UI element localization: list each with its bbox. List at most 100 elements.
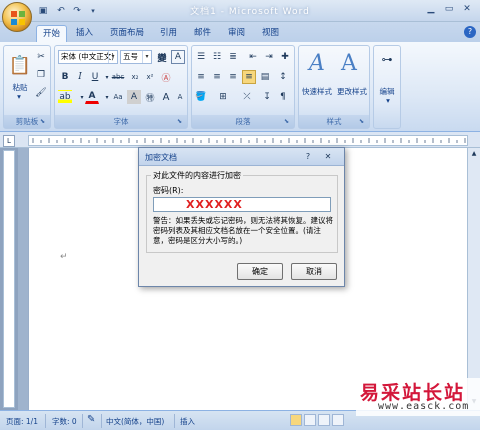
- maximize-button[interactable]: ▭: [442, 2, 456, 16]
- proofing-icon[interactable]: ✎: [87, 414, 95, 425]
- quick-styles-label[interactable]: 快速样式: [299, 86, 335, 97]
- dialog-help-button[interactable]: ?: [302, 151, 314, 163]
- change-case-icon[interactable]: Aa: [111, 90, 125, 104]
- tab-page-layout[interactable]: 页面布局: [104, 25, 150, 42]
- change-styles-label[interactable]: 更改样式: [334, 86, 370, 97]
- clear-formatting-icon[interactable]: Ⓐ: [159, 70, 173, 84]
- minimize-button[interactable]: ▁: [424, 2, 438, 16]
- enclose-characters-icon[interactable]: ㊕: [143, 90, 157, 104]
- show-marks-icon[interactable]: ¶: [276, 90, 290, 104]
- strikethrough-icon[interactable]: abc: [111, 70, 125, 84]
- font-color-icon[interactable]: A: [85, 90, 99, 104]
- full-screen-view-icon[interactable]: [304, 414, 316, 426]
- format-painter-icon[interactable]: 🖌: [34, 86, 48, 100]
- help-icon[interactable]: ?: [464, 26, 476, 38]
- insert-mode-status[interactable]: 插入: [180, 416, 195, 427]
- sort-ascending-icon[interactable]: ↧: [260, 90, 274, 104]
- redo-icon[interactable]: ↷: [70, 4, 84, 17]
- paragraph-mark: ↵: [60, 252, 68, 262]
- page-count[interactable]: 页面: 1/1: [6, 416, 38, 427]
- italic-icon[interactable]: I: [73, 70, 87, 84]
- cancel-button[interactable]: 取消: [291, 263, 337, 280]
- numbering-icon[interactable]: ☷: [210, 50, 224, 64]
- tab-selector-icon[interactable]: L: [3, 135, 15, 147]
- quick-styles-icon[interactable]: A: [305, 49, 329, 77]
- font-size-combo[interactable]: 五号 ▾: [120, 50, 152, 64]
- customize-quick-access-icon[interactable]: ▾: [86, 4, 100, 17]
- tab-mailings[interactable]: 邮件: [188, 25, 217, 42]
- chevron-down-icon[interactable]: ▾: [108, 51, 117, 63]
- character-border-icon[interactable]: A: [171, 50, 185, 64]
- chinese-layout-icon[interactable]: ✚: [278, 50, 292, 64]
- styles-launcher-icon[interactable]: ⬊: [359, 118, 367, 126]
- password-input[interactable]: XXXXXX: [153, 197, 331, 212]
- tab-references[interactable]: 引用: [154, 25, 183, 42]
- font-name-combo[interactable]: 宋体 (中文正文) ▾: [58, 50, 118, 64]
- subscript-icon[interactable]: x₂: [128, 70, 142, 84]
- font-group-label: 字体: [55, 115, 187, 128]
- shading-icon[interactable]: 🪣: [194, 90, 208, 104]
- bullets-icon[interactable]: ☰: [194, 50, 208, 64]
- web-layout-view-icon[interactable]: [318, 414, 330, 426]
- dialog-title-bar[interactable]: 加密文档 ? ✕: [139, 148, 344, 166]
- dialog-close-button[interactable]: ✕: [322, 151, 334, 163]
- language-status[interactable]: 中文(简体，中国): [106, 416, 164, 427]
- horizontal-ruler[interactable]: [28, 135, 468, 146]
- ruler-ticks-icon: [32, 138, 466, 143]
- clipboard-launcher-icon[interactable]: ⬊: [40, 118, 48, 126]
- close-window-button[interactable]: ✕: [460, 2, 474, 16]
- multilevel-list-icon[interactable]: ≣: [226, 50, 240, 64]
- office-button[interactable]: [2, 2, 32, 32]
- paragraph-group-label: 段落: [192, 115, 294, 128]
- outline-view-icon[interactable]: [332, 414, 344, 426]
- font-launcher-icon[interactable]: ⬊: [177, 118, 185, 126]
- chevron-down-icon[interactable]: ▾: [142, 51, 151, 63]
- save-icon[interactable]: ▣: [36, 4, 50, 17]
- sort-icon[interactable]: ⤫: [240, 90, 254, 104]
- ribbon: 📋 粘贴 ▾ ✂ ❐ 🖌 剪贴板 ⬊ 宋体 (中文正文) ▾ 五号 ▾ 變 A …: [0, 42, 480, 132]
- superscript-icon[interactable]: x²: [143, 70, 157, 84]
- password-warning: 警告：如果丢失或忘记密码，则无法将其恢复。建议将密码列表及其相应文档名放在一个安…: [153, 216, 333, 245]
- increase-indent-icon[interactable]: ⇥: [262, 50, 276, 64]
- distributed-icon[interactable]: ▤: [258, 70, 272, 84]
- word-count[interactable]: 字数: 0: [52, 416, 77, 427]
- cut-icon[interactable]: ✂: [34, 50, 48, 64]
- dialog-title: 加密文档: [145, 153, 177, 162]
- status-separator: [45, 414, 46, 428]
- change-styles-icon[interactable]: A: [337, 49, 361, 77]
- scroll-up-icon[interactable]: ▲: [469, 150, 479, 160]
- status-separator: [101, 414, 102, 428]
- shrink-font-icon[interactable]: A: [173, 90, 187, 104]
- encrypt-document-dialog: 加密文档 ? ✕ 对此文件的内容进行加密 密码(R): XXXXXX 警告：如果…: [138, 147, 345, 287]
- undo-icon[interactable]: ↶: [54, 4, 68, 17]
- character-shading-icon[interactable]: A: [127, 90, 141, 104]
- align-center-icon[interactable]: ≡: [210, 70, 224, 84]
- print-layout-view-icon[interactable]: [290, 414, 302, 426]
- align-right-icon[interactable]: ≡: [226, 70, 240, 84]
- ok-button[interactable]: 确定: [237, 263, 283, 280]
- phonetic-guide-icon[interactable]: 變: [155, 50, 169, 64]
- grow-font-icon[interactable]: A: [159, 90, 173, 104]
- borders-icon[interactable]: ⊞: [216, 90, 230, 104]
- tab-insert[interactable]: 插入: [70, 25, 99, 42]
- vertical-scrollbar[interactable]: ▲ ▼: [467, 148, 480, 410]
- tab-review[interactable]: 审阅: [222, 25, 251, 42]
- encrypt-fieldset: 对此文件的内容进行加密 密码(R): XXXXXX 警告：如果丢失或忘记密码，则…: [146, 170, 338, 253]
- vertical-ruler[interactable]: [3, 150, 15, 408]
- paragraph-launcher-icon[interactable]: ⬊: [284, 118, 292, 126]
- line-spacing-icon[interactable]: ↕: [276, 70, 290, 84]
- paste-icon[interactable]: 📋: [9, 52, 31, 78]
- find-binoculars-icon[interactable]: ⊶: [380, 52, 394, 66]
- watermark-url: www.easck.com: [378, 401, 470, 412]
- align-left-icon[interactable]: ≡: [194, 70, 208, 84]
- paste-dropdown-icon[interactable]: ▾: [14, 92, 24, 101]
- decrease-indent-icon[interactable]: ⇤: [246, 50, 260, 64]
- bold-icon[interactable]: B: [58, 70, 72, 84]
- tab-view[interactable]: 视图: [256, 25, 285, 42]
- ribbon-tab-bar: 开始 插入 页面布局 引用 邮件 审阅 视图: [0, 22, 480, 42]
- highlight-icon[interactable]: ab: [58, 90, 72, 104]
- tab-home[interactable]: 开始: [36, 25, 68, 42]
- editing-dropdown-icon[interactable]: ▾: [383, 96, 393, 105]
- copy-icon[interactable]: ❐: [34, 68, 48, 82]
- justify-icon[interactable]: ≡: [242, 70, 256, 84]
